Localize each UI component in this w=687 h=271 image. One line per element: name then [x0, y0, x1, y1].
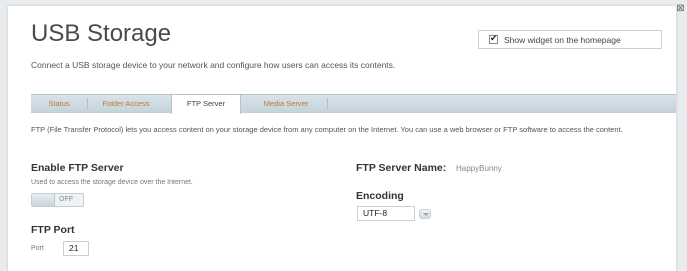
page-subtitle: Connect a USB storage device to your net… — [31, 60, 396, 70]
ftp-description: FTP (File Transfer Protocol) lets you ac… — [31, 125, 623, 134]
tab-ftp-server[interactable]: FTP Server — [171, 94, 241, 114]
toggle-knob — [32, 194, 55, 206]
tab-bar: Status Folder Access FTP Server Media Se… — [31, 94, 676, 114]
enable-ftp-toggle[interactable]: OFF — [31, 193, 84, 207]
page-title: USB Storage — [31, 20, 172, 47]
close-icon[interactable]: ⊠ — [676, 4, 685, 14]
encoding-heading: Encoding — [356, 190, 404, 202]
enable-ftp-heading: Enable FTP Server — [31, 162, 124, 174]
show-widget-label: Show widget on the homepage — [504, 34, 621, 45]
port-label: Port — [31, 245, 44, 252]
ftp-port-heading: FTP Port — [31, 224, 75, 236]
toggle-state: OFF — [59, 196, 73, 203]
server-name-label: FTP Server Name: — [356, 162, 447, 174]
enable-ftp-help: Used to access the storage device over t… — [31, 179, 193, 186]
tab-folder-access[interactable]: Folder Access — [95, 95, 157, 113]
encoding-select[interactable]: UTF-8 — [357, 206, 415, 221]
tab-status[interactable]: Status — [39, 95, 79, 113]
tab-divider — [87, 98, 88, 110]
show-widget-checkbox[interactable] — [489, 33, 498, 44]
port-input[interactable]: 21 — [63, 241, 89, 256]
chevron-down-icon[interactable] — [419, 209, 431, 219]
server-name-value: HappyBunny — [456, 164, 502, 173]
show-widget-option[interactable]: Show widget on the homepage — [478, 30, 662, 49]
tab-media-server[interactable]: Media Server — [253, 95, 319, 113]
tab-divider — [327, 98, 328, 110]
